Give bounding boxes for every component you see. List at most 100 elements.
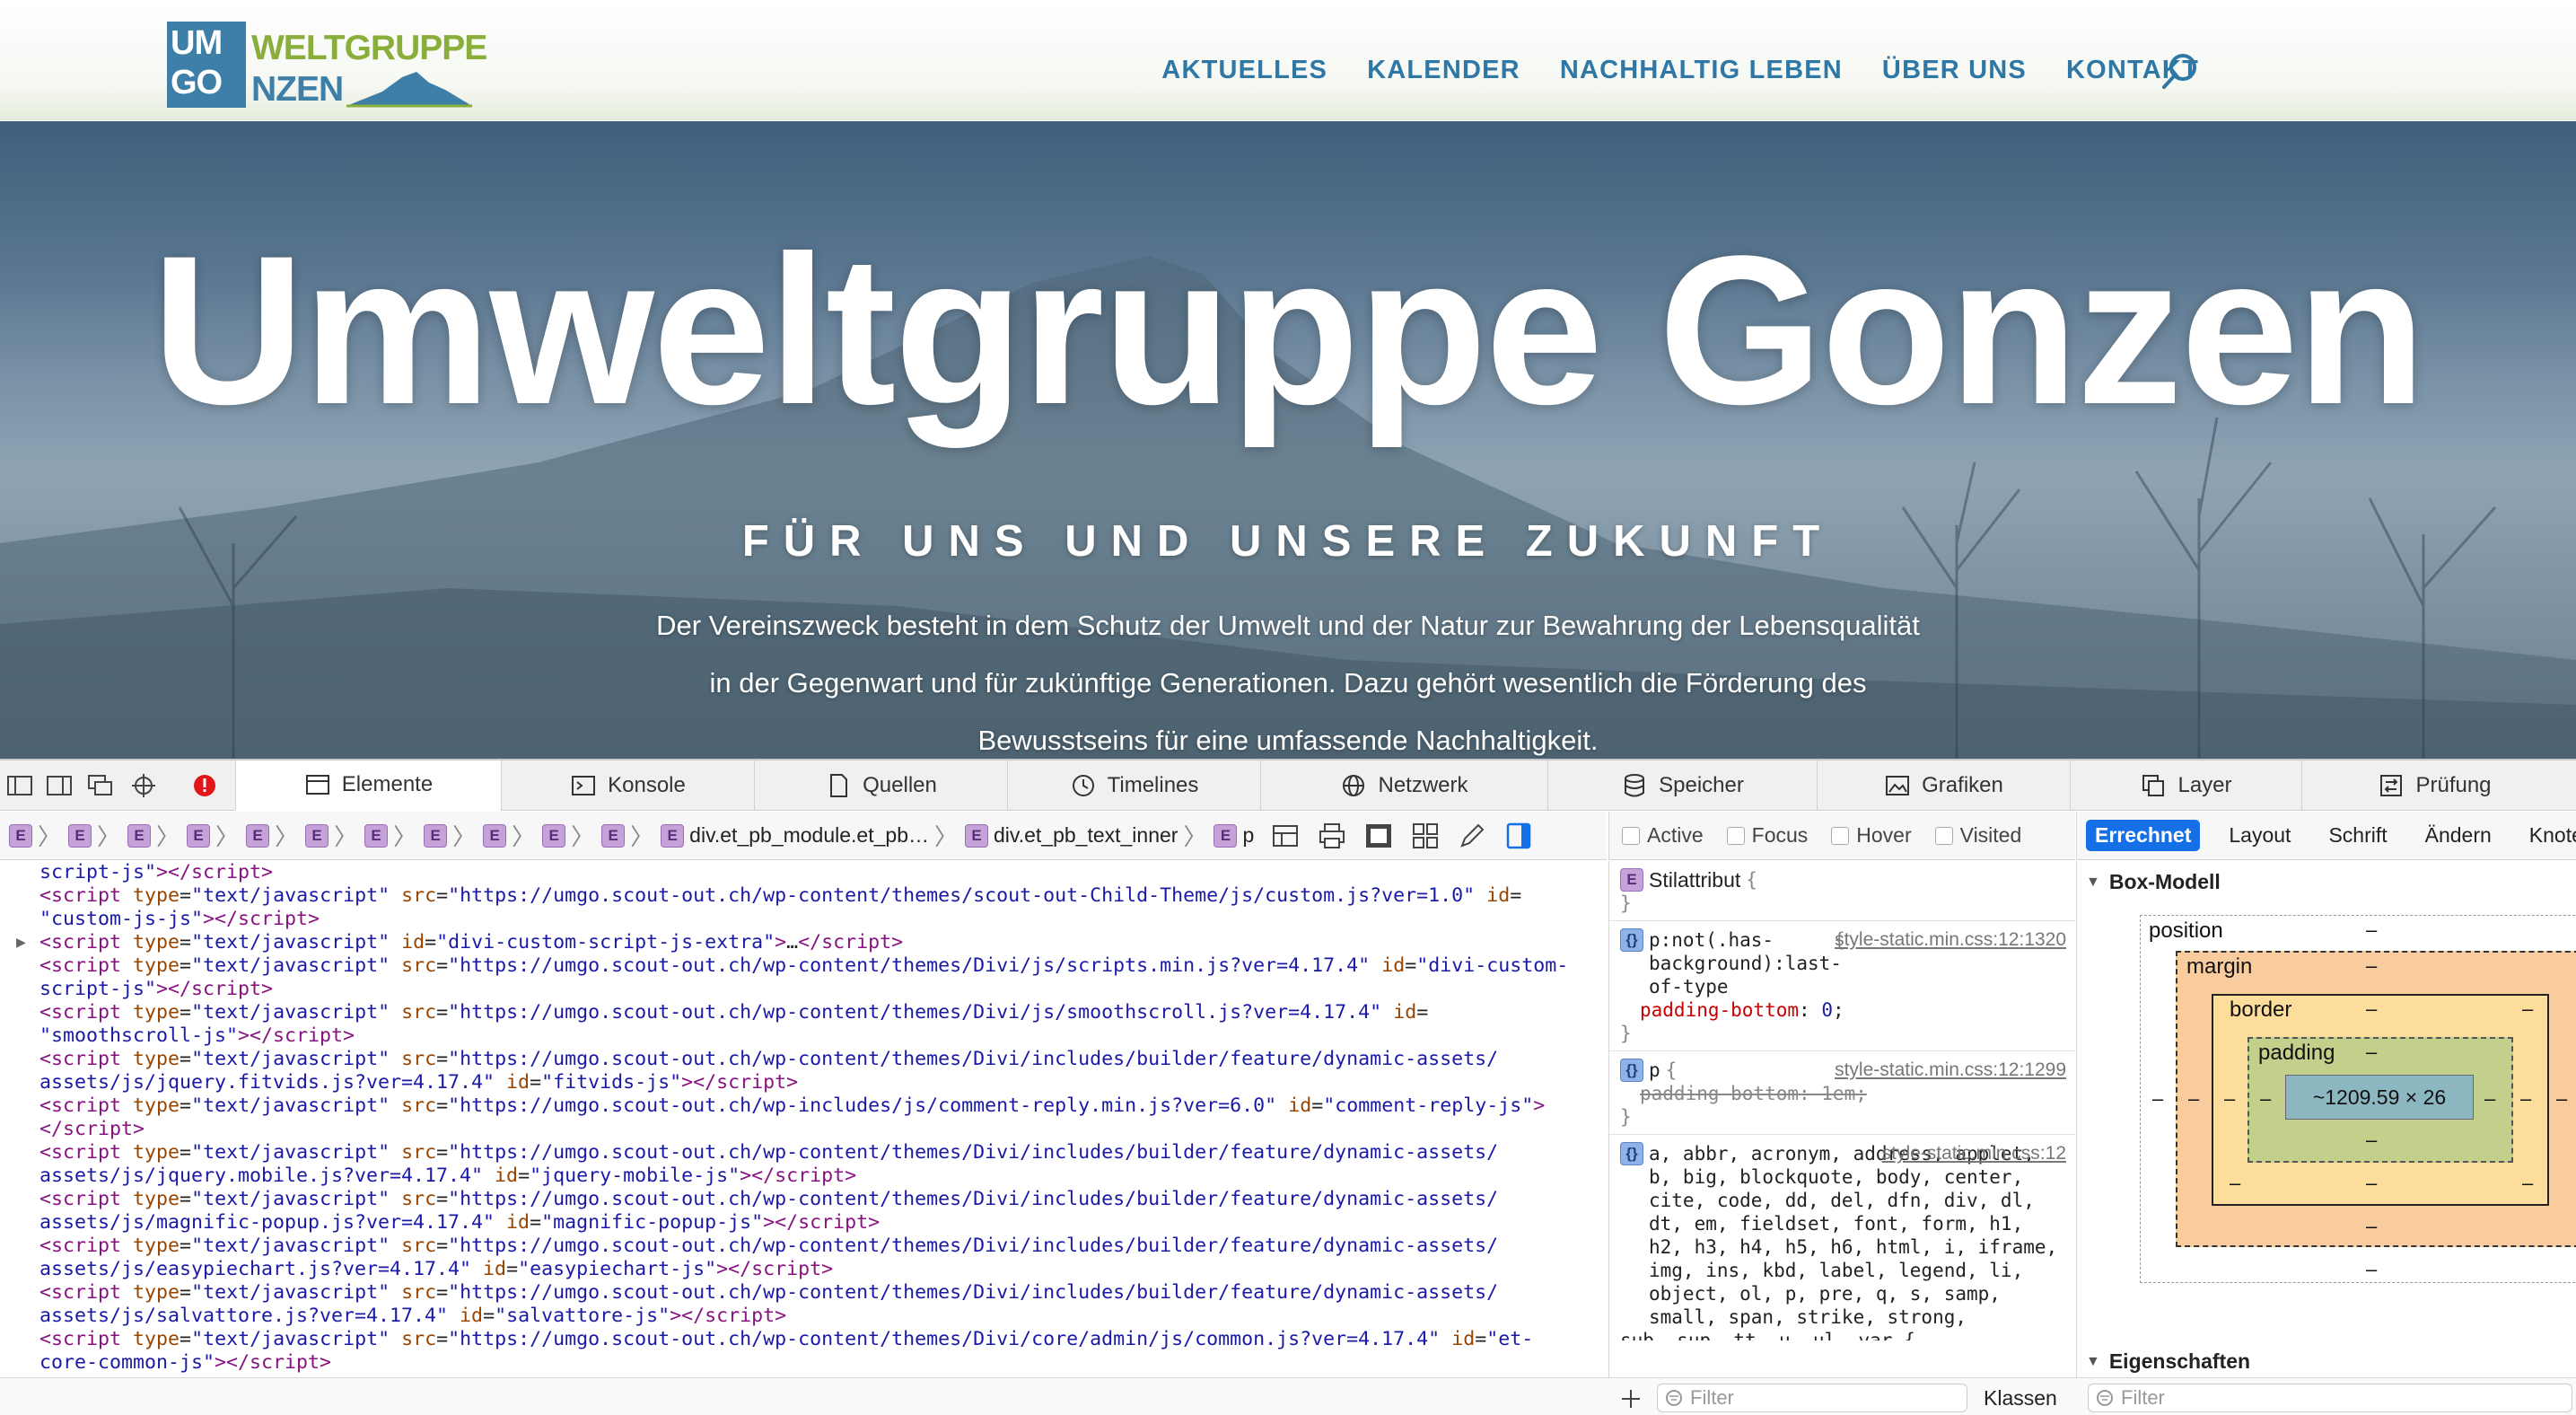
layout-overlay-icon[interactable] — [1270, 821, 1301, 851]
logo-box-bottom: GO — [171, 64, 223, 101]
dock-side-icon[interactable] — [45, 773, 74, 798]
dom-node[interactable]: assets/js/magnific-popup.js?ver=4.17.4" … — [0, 1211, 1607, 1235]
breadcrumb-item[interactable]: E — [542, 823, 566, 848]
tab-label: Layer — [2177, 773, 2232, 797]
breadcrumb-item[interactable]: E — [9, 823, 32, 848]
audit-tab-icon — [2380, 775, 2403, 796]
classes-button[interactable]: Klassen — [1984, 1386, 2057, 1411]
breadcrumb-item[interactable]: E — [246, 823, 270, 848]
add-rule-icon[interactable] — [1619, 1387, 1643, 1411]
dom-node[interactable]: core-common-js"></script> — [0, 1351, 1607, 1375]
dom-node[interactable]: <script type="text/javascript" src="http… — [0, 1188, 1607, 1211]
breadcrumb-item-p[interactable]: Ep — [1214, 823, 1254, 848]
styles-filter-input[interactable]: Filter — [1657, 1384, 1967, 1412]
tab-schrift[interactable]: Schrift — [2319, 820, 2396, 851]
sidebar-toggle-icon[interactable] — [1503, 821, 1534, 851]
tab-netzwerk[interactable]: Netzwerk — [1260, 760, 1547, 811]
breadcrumb-label: p — [1242, 823, 1255, 847]
tab-aendern[interactable]: Ändern — [2416, 820, 2501, 851]
dock-bottom-icon[interactable] — [5, 773, 34, 798]
tab-speicher[interactable]: Speicher — [1547, 760, 1817, 811]
style-attribute-rule[interactable]: E Stilattribut{ } — [1609, 861, 2075, 921]
rule-source-link[interactable]: style-static.min.css:12:1299 — [1835, 1059, 2066, 1082]
breadcrumb-label: div.et_pb_text_inner — [994, 823, 1178, 847]
tab-elemente[interactable]: Elemente — [235, 760, 501, 811]
dom-node[interactable]: <script type="text/javascript" src="http… — [0, 1141, 1607, 1165]
print-styles-icon[interactable] — [1317, 821, 1347, 851]
dom-node[interactable]: <script type="text/javascript" src="http… — [0, 954, 1607, 978]
breadcrumb: E 〉 E 〉 E 〉 E 〉 E 〉 E 〉 E 〉 E 〉 E 〉 E 〉 E 〉 Ediv.et… — [0, 812, 1607, 860]
tab-pruefung[interactable]: Prüfung — [2301, 760, 2567, 811]
breadcrumb-item[interactable]: E — [305, 823, 329, 848]
computed-filter-input[interactable]: Filter — [2088, 1384, 2572, 1412]
margin-bottom-value: – — [2366, 1215, 2378, 1237]
property-name: padding-bottom — [1640, 999, 1800, 1021]
dom-node[interactable]: <script type="text/javascript" src="http… — [0, 1001, 1607, 1024]
dom-node[interactable]: "smoothscroll-js"></script> — [0, 1024, 1607, 1048]
rule-source-link[interactable]: style-static.min.css:12 — [1882, 1142, 2066, 1165]
tab-knoten[interactable]: Knoten — [2520, 820, 2576, 851]
tab-errechnet[interactable]: Errechnet — [2086, 820, 2201, 851]
dom-node[interactable]: </script> — [0, 1118, 1607, 1141]
tab-layer[interactable]: Layer — [2070, 760, 2301, 811]
tab-quellen[interactable]: Quellen — [754, 760, 1007, 811]
search-icon[interactable] — [2160, 50, 2199, 95]
breadcrumb-item[interactable]: E — [424, 823, 448, 848]
box-model-header[interactable]: ▼ Box-Modell — [2086, 870, 2221, 894]
nav-nachhaltig-leben[interactable]: NACHHALTIG LEBEN — [1560, 56, 1843, 85]
dark-mode-icon[interactable] — [1363, 821, 1394, 851]
pencil-icon[interactable] — [1457, 821, 1487, 851]
site-logo[interactable]: UM GO WELTGRUPPE NZEN — [167, 22, 487, 109]
dom-node[interactable]: <script type="text/javascript" src="http… — [0, 1281, 1607, 1305]
rule-source-link[interactable]: style-static.min.css:12:1320 — [1835, 928, 2066, 952]
tab-grafiken[interactable]: Grafiken — [1817, 760, 2070, 811]
position-bottom-value: – — [2366, 1258, 2378, 1280]
layers-tab-icon — [2142, 775, 2165, 796]
breadcrumb-item-text-inner[interactable]: Ediv.et_pb_text_inner — [965, 823, 1178, 848]
breadcrumb-item-module[interactable]: Ediv.et_pb_module.et_pb… — [661, 823, 929, 848]
nav-ueber-uns[interactable]: ÜBER UNS — [1882, 56, 2027, 85]
visited-checkbox[interactable]: Visited — [1934, 823, 2021, 848]
breadcrumb-item[interactable]: E — [483, 823, 507, 848]
dom-node[interactable]: assets/js/jquery.fitvids.js?ver=4.17.4" … — [0, 1071, 1607, 1094]
detach-window-icon[interactable] — [86, 773, 115, 798]
css-rule[interactable]: style-static.min.css:12:1299 {} p{ paddin… — [1609, 1051, 2075, 1135]
breadcrumb-item[interactable]: E — [127, 823, 152, 848]
network-tab-icon — [1343, 775, 1365, 796]
graphics-tab-icon — [1886, 776, 1910, 795]
dom-node[interactable]: assets/js/salvattore.js?ver=4.17.4" id="… — [0, 1305, 1607, 1328]
breadcrumb-item[interactable]: E — [601, 823, 626, 848]
nav-kalender[interactable]: KALENDER — [1367, 56, 1520, 85]
tab-konsole[interactable]: Konsole — [501, 760, 754, 811]
css-rule[interactable]: style-static.min.css:12 {} a, abbr, acron… — [1609, 1135, 2075, 1346]
dom-node[interactable]: script-js"></script> — [0, 978, 1607, 1001]
properties-header[interactable]: ▼ Eigenschaften — [2086, 1349, 2250, 1374]
dom-node[interactable]: script-js"></script> — [0, 861, 1607, 884]
box-model-content[interactable]: ~1209.59 × 26 — [2285, 1075, 2474, 1120]
dom-node[interactable]: assets/js/jquery.mobile.js?ver=4.17.4" i… — [0, 1165, 1607, 1188]
nav-aktuelles[interactable]: AKTUELLES — [1161, 56, 1327, 85]
element-picker-icon[interactable] — [129, 773, 158, 798]
dom-node[interactable]: <script type="text/javascript" src="http… — [0, 1048, 1607, 1071]
dom-node[interactable]: assets/js/easypiechart.js?ver=4.17.4" id… — [0, 1258, 1607, 1281]
tab-layout[interactable]: Layout — [2220, 820, 2300, 851]
grid-overlay-icon[interactable] — [1410, 821, 1441, 851]
property-value: 0 — [1821, 999, 1833, 1021]
tab-timelines[interactable]: Timelines — [1007, 760, 1260, 811]
padding-label: padding — [2258, 1041, 2335, 1065]
dom-node[interactable]: "custom-js-js"></script> — [0, 908, 1607, 931]
dom-node[interactable]: <script type="text/javascript" src="http… — [0, 884, 1607, 908]
dom-tree[interactable]: <script type="text/javascript" src="http… — [0, 861, 1607, 1377]
dom-node[interactable]: <script type="text/javascript" src="http… — [0, 1094, 1607, 1118]
breadcrumb-item[interactable]: E — [364, 823, 389, 848]
breadcrumb-item[interactable]: E — [68, 823, 92, 848]
breadcrumb-item[interactable]: E — [187, 823, 211, 848]
error-icon[interactable] — [190, 773, 219, 798]
active-checkbox[interactable]: Active — [1622, 823, 1704, 848]
hover-checkbox[interactable]: Hover — [1831, 823, 1912, 848]
dom-node[interactable]: <script type="text/javascript" src="http… — [0, 1235, 1607, 1258]
css-rule[interactable]: style-static.min.css:12:1320 {} p:not(.ha… — [1609, 921, 2075, 1051]
dom-node[interactable]: <script type="text/javascript" src="http… — [0, 1328, 1607, 1351]
dom-node[interactable]: ▶ <script type="text/javascript" id="divi… — [0, 931, 1607, 954]
focus-checkbox[interactable]: Focus — [1726, 823, 1808, 848]
